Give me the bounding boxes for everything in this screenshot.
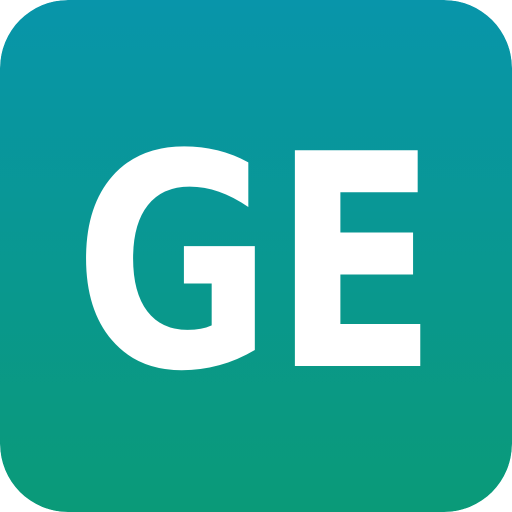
monogram-text: GE xyxy=(74,91,438,436)
app-icon[interactable]: GE xyxy=(0,0,512,512)
app-icon-graphic: GE xyxy=(0,0,512,512)
